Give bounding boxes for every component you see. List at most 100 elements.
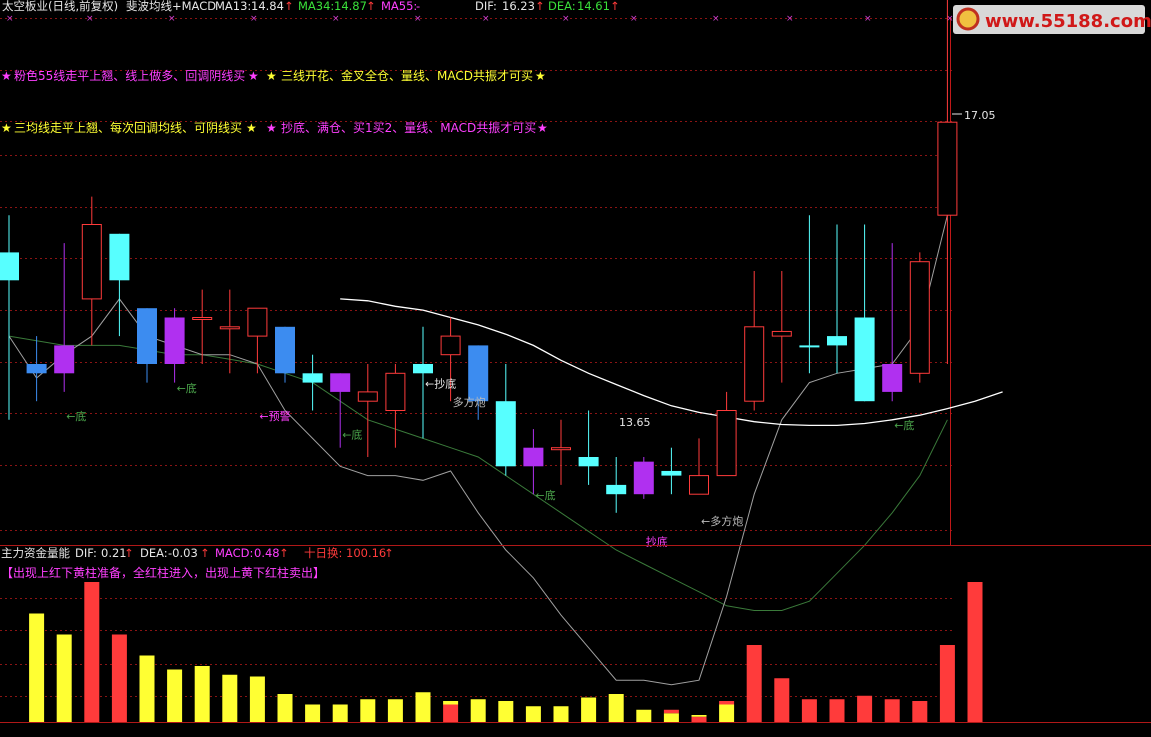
volume-bar[interactable] [111, 634, 127, 723]
volume-bar[interactable] [470, 699, 486, 722]
volume-bar-yellow [222, 674, 238, 722]
candle[interactable] [164, 308, 185, 383]
candle[interactable] [302, 354, 323, 411]
candle[interactable] [81, 196, 102, 346]
candle-body [468, 345, 489, 402]
candle-body [247, 307, 268, 337]
ma13-label: MA13: [215, 0, 251, 13]
period-marker-icon: × [562, 14, 570, 24]
volume-bar-red [719, 701, 735, 705]
note-star-icon: ★ [535, 69, 546, 83]
candle[interactable] [937, 0, 958, 364]
note-star-icon: ★ [248, 69, 259, 83]
volume-bar[interactable] [277, 694, 293, 722]
candle[interactable] [716, 391, 737, 477]
period-marker-icon: × [250, 14, 258, 24]
volume-bar[interactable] [746, 645, 762, 722]
candle[interactable] [275, 326, 295, 383]
note-star-icon: ★ [1, 69, 12, 83]
volume-bar[interactable] [194, 666, 210, 722]
candle[interactable] [578, 410, 599, 485]
volume-bar-yellow [470, 699, 486, 722]
candle[interactable] [661, 447, 682, 495]
volume-bar[interactable] [967, 582, 983, 722]
volume-bar[interactable] [884, 699, 900, 722]
volume-bar[interactable] [387, 699, 403, 722]
volume-bar[interactable] [443, 701, 459, 722]
candle[interactable] [771, 271, 792, 383]
stock-chart-window: ×××××××××××××× 太空板业(日线,前复权) 斐波均线+MACD MA… [0, 0, 1151, 733]
chart-canvas[interactable]: ×××××××××××××× 太空板业(日线,前复权) 斐波均线+MACD MA… [0, 0, 1151, 733]
volume-bar[interactable] [829, 699, 845, 722]
candle[interactable] [357, 364, 378, 457]
candle[interactable] [54, 243, 75, 392]
volume-bar[interactable] [691, 715, 707, 722]
volume-bar[interactable] [525, 706, 541, 722]
lower-dif-value: 0.21 [101, 546, 127, 560]
note-line2-right: 抄底、满仓、买1买2、量线、MACD共振才可买 [281, 120, 536, 135]
candle[interactable] [109, 233, 130, 337]
candle[interactable] [882, 243, 903, 402]
signal-annotation: ←预警 [259, 409, 290, 423]
candle[interactable] [633, 457, 654, 499]
candle[interactable] [799, 215, 820, 374]
volume-bar-yellow [415, 692, 431, 722]
candle[interactable] [137, 308, 157, 383]
top-header: 太空板业(日线,前复权) 斐波均线+MACD MA13: 14.84 ↑ MA3… [2, 0, 620, 13]
volume-bar[interactable] [663, 709, 679, 722]
candle[interactable] [744, 271, 765, 411]
candle[interactable] [606, 457, 627, 513]
volume-bar[interactable] [56, 634, 72, 723]
candle-body [909, 261, 930, 374]
volume-bar[interactable] [29, 613, 45, 723]
volume-bar[interactable] [249, 676, 265, 723]
fund-volume-bars [29, 582, 983, 723]
volume-bar[interactable] [415, 692, 431, 722]
volume-bar[interactable] [912, 701, 928, 722]
candle[interactable] [247, 307, 268, 374]
candle[interactable] [827, 224, 847, 374]
candle[interactable] [495, 364, 516, 476]
candle[interactable] [523, 429, 544, 495]
lower-dea-value: -0.03 [168, 546, 198, 560]
volume-bar[interactable] [167, 669, 183, 723]
volume-bar-red [829, 699, 845, 722]
candle[interactable] [909, 252, 930, 383]
volume-bar[interactable] [360, 699, 376, 722]
volume-bar-yellow [719, 704, 735, 722]
volume-bar[interactable] [774, 678, 790, 722]
signal-annotation: ←底 [535, 488, 555, 502]
volume-bar[interactable] [553, 706, 569, 722]
volume-bar[interactable] [332, 704, 348, 723]
lower-panel-header: 主力资金量能 DIF: 0.21 ↑ DEA: -0.03 ↑ MACD: 0.… [1, 546, 394, 580]
volume-bar[interactable] [305, 704, 321, 723]
signal-annotation: ←底 [177, 381, 197, 395]
volume-bar[interactable] [139, 655, 155, 723]
volume-bar[interactable] [222, 674, 238, 722]
volume-bar-yellow [29, 613, 45, 722]
volume-bar[interactable] [498, 701, 514, 722]
candle-body [219, 326, 240, 330]
volume-bar-red [857, 695, 873, 722]
candle[interactable] [854, 224, 875, 402]
volume-bar-yellow [305, 704, 321, 722]
volume-bar[interactable] [801, 699, 817, 722]
volume-bar[interactable] [636, 709, 652, 722]
volume-bar[interactable] [719, 701, 735, 722]
volume-bar-red [84, 582, 100, 722]
candle[interactable] [551, 419, 571, 485]
volume-bar[interactable] [939, 645, 955, 722]
signal-annotation: ←抄底 [425, 376, 456, 390]
signal-annotation: ←底 [66, 409, 86, 423]
candle-body [523, 447, 544, 467]
period-marker-icon: × [864, 14, 872, 24]
volume-bar[interactable] [857, 695, 873, 722]
volume-bar[interactable] [581, 697, 597, 723]
candle[interactable] [689, 438, 709, 495]
volume-bar[interactable] [84, 582, 100, 722]
candle[interactable] [26, 336, 47, 402]
candle[interactable] [385, 364, 406, 448]
volume-bar[interactable] [608, 694, 624, 722]
lower-macd-arrow: ↑ [279, 546, 289, 560]
candle[interactable] [0, 215, 19, 420]
